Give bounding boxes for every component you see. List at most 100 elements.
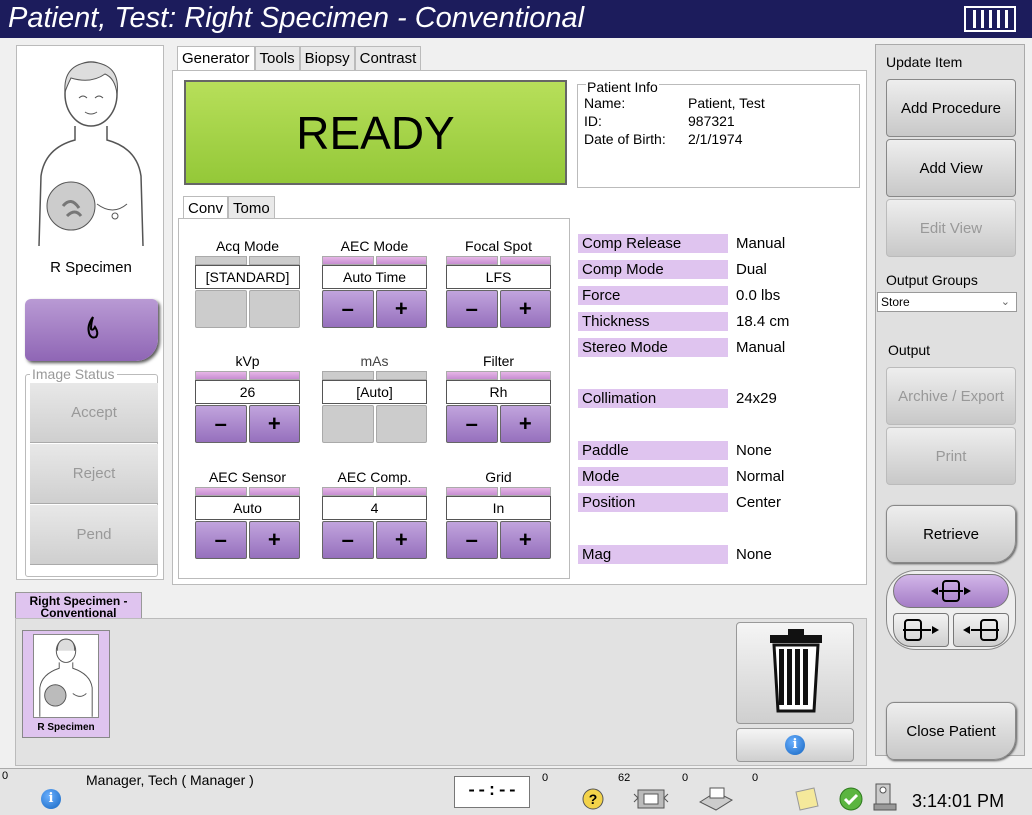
paddle-center-button[interactable] <box>893 574 1009 608</box>
aec-sensor-value: Auto <box>195 496 300 520</box>
user-name: Manager, Tech ( Manager ) <box>86 772 254 788</box>
patient-info: Patient Info Name: Patient, Test ID: 98732… <box>577 79 860 188</box>
notes-icon[interactable] <box>792 786 820 812</box>
add-view-button[interactable]: Add View <box>886 139 1016 197</box>
filter-label: Filter <box>482 353 515 369</box>
grid-value: In <box>446 496 551 520</box>
aec-sensor-label: AEC Sensor <box>208 469 287 485</box>
tab-generator[interactable]: Generator <box>177 46 255 70</box>
paddle-left-icon <box>903 619 939 641</box>
thumbnail-info-button[interactable]: i <box>736 728 854 762</box>
filter-value: Rh <box>446 380 551 404</box>
implant-displaced-button[interactable] <box>25 299 158 361</box>
exposure-tabs: Conv Tomo <box>183 196 275 220</box>
specimen-thumbnail-icon <box>33 634 99 718</box>
queue-icon[interactable] <box>632 786 670 812</box>
focal-spot-plus-button[interactable]: + <box>499 290 551 328</box>
mag-value: None <box>736 546 772 563</box>
aec-comp-label: AEC Comp. <box>337 469 412 485</box>
focal-spot-control: Focal Spot LFS – + <box>446 238 551 328</box>
acq-mode-value: [STANDARD] <box>195 265 300 289</box>
patient-id-row: ID: 987321 <box>584 113 735 129</box>
aec-comp-minus-button[interactable]: – <box>322 521 374 559</box>
collimation-label: Collimation <box>578 389 728 408</box>
lock-timer-button[interactable]: --:-- <box>454 776 530 808</box>
kvp-minus-button[interactable]: – <box>195 405 247 443</box>
paddle-left-button[interactable] <box>893 613 949 647</box>
kvp-plus-button[interactable]: + <box>248 405 300 443</box>
tab-tools[interactable]: Tools <box>254 46 300 70</box>
mas-value: [Auto] <box>322 380 427 404</box>
aec-comp-plus-button[interactable]: + <box>375 521 427 559</box>
paddle-value: None <box>736 442 772 459</box>
acq-mode-control: Acq Mode [STANDARD] <box>195 238 300 328</box>
position-value: Center <box>736 494 782 511</box>
mas-label: mAs <box>360 353 389 369</box>
help-icon[interactable]: ? <box>582 788 604 810</box>
title-bar: Patient, Test: Right Specimen - Conventi… <box>0 0 1032 38</box>
patient-name: Patient, Test <box>688 95 765 111</box>
patient-dob: 2/1/1974 <box>688 131 743 147</box>
aec-mode-plus-button[interactable]: + <box>375 290 427 328</box>
aec-comp-value: 4 <box>322 496 427 520</box>
main-tabs: Generator Tools Biopsy Contrast <box>177 46 422 70</box>
close-patient-button[interactable]: Close Patient <box>886 702 1016 760</box>
check-icon[interactable] <box>838 786 864 812</box>
mas-control: mAs [Auto] <box>322 353 427 443</box>
thumbnail-r-specimen[interactable]: R Specimen <box>22 630 110 738</box>
filter-minus-button[interactable]: – <box>446 405 498 443</box>
trash-button[interactable] <box>736 622 854 724</box>
reject-button[interactable]: Reject <box>30 444 158 504</box>
comp-release-label: Comp Release <box>578 234 728 253</box>
info-icon[interactable]: i <box>41 789 61 809</box>
paddle-right-button[interactable] <box>953 613 1009 647</box>
output-groups-select[interactable]: Store ⌄ <box>877 292 1017 312</box>
patient-id: 987321 <box>688 113 735 129</box>
force-label: Force <box>578 286 728 305</box>
tab-conv[interactable]: Conv <box>183 196 229 220</box>
print-button: Print <box>886 427 1016 485</box>
filter-plus-button[interactable]: + <box>499 405 551 443</box>
add-procedure-button[interactable]: Add Procedure <box>886 79 1016 137</box>
acq-mode-next-button <box>248 290 300 328</box>
tab-tomo[interactable]: Tomo <box>228 196 275 220</box>
acq-mode-label: Acq Mode <box>215 238 280 254</box>
edit-view-button: Edit View <box>886 199 1016 257</box>
accept-button[interactable]: Accept <box>30 383 158 443</box>
count-3: 0 <box>682 772 689 784</box>
update-item-label: Update Item <box>886 54 963 70</box>
procedure-tab[interactable]: Right Specimen - Conventional <box>15 592 142 620</box>
patient-dob-row: Date of Birth: 2/1/1974 <box>584 131 743 147</box>
mode-label: Mode <box>578 467 728 486</box>
mas-plus-button <box>375 405 427 443</box>
aec-mode-value: Auto Time <box>322 265 427 289</box>
retrieve-button[interactable]: Retrieve <box>886 505 1016 563</box>
focal-spot-label: Focal Spot <box>465 238 532 254</box>
aec-sensor-plus-button[interactable]: + <box>248 521 300 559</box>
focal-spot-value: LFS <box>446 265 551 289</box>
paddle-center-icon <box>931 580 971 602</box>
comp-release-value: Manual <box>736 235 786 252</box>
count-4: 0 <box>752 772 759 784</box>
system-icon[interactable] <box>870 782 900 812</box>
grid-plus-button[interactable]: + <box>499 521 551 559</box>
grid-label: Grid <box>485 469 512 485</box>
aec-mode-control: AEC Mode Auto Time – + <box>322 238 427 328</box>
thickness-label: Thickness <box>578 312 728 331</box>
pend-button[interactable]: Pend <box>30 505 158 565</box>
patient-name-row: Name: Patient, Test <box>584 95 765 111</box>
comp-mode-value: Dual <box>736 261 767 278</box>
flame-icon <box>87 316 99 339</box>
aec-sensor-minus-button[interactable]: – <box>195 521 247 559</box>
image-status-group: Image Status Accept Reject Pend <box>25 366 158 577</box>
printer-icon[interactable] <box>696 786 736 812</box>
focal-spot-minus-button[interactable]: – <box>446 290 498 328</box>
thumbnail-label: R Specimen <box>37 722 95 733</box>
chevron-down-icon: ⌄ <box>1000 296 1010 308</box>
grid-minus-button[interactable]: – <box>446 521 498 559</box>
right-panel: Update Item Add Procedure Add View Edit … <box>875 44 1025 760</box>
tab-biopsy[interactable]: Biopsy <box>299 46 355 70</box>
ready-indicator: READY <box>184 80 567 185</box>
aec-mode-minus-button[interactable]: – <box>322 290 374 328</box>
tab-contrast[interactable]: Contrast <box>354 46 422 70</box>
